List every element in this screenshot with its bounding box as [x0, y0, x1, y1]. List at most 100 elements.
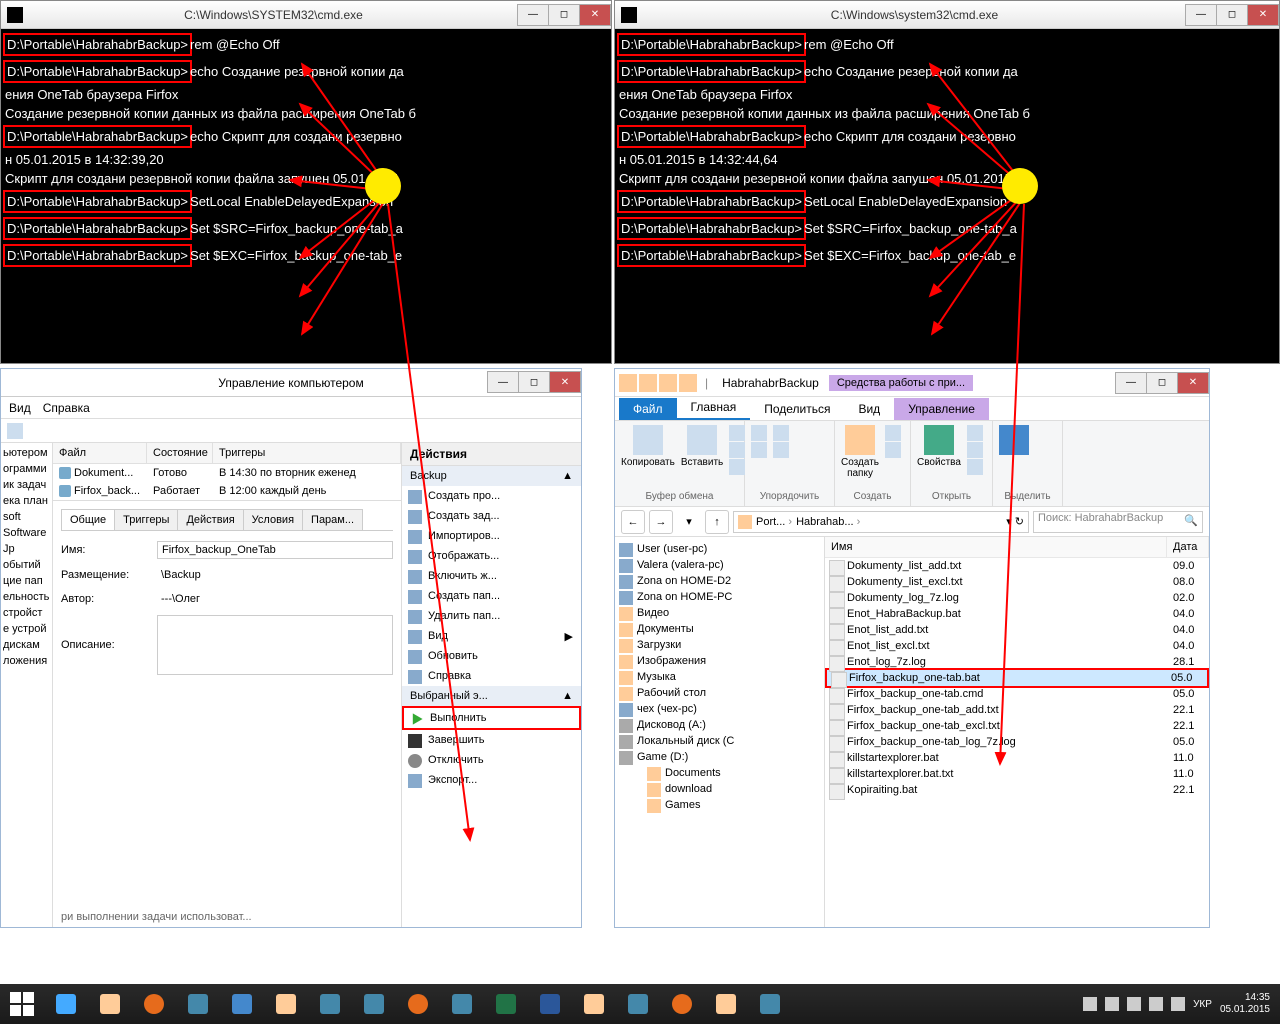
recent-button[interactable]: ▾ [677, 510, 701, 534]
paste-button[interactable]: Вставить [681, 425, 723, 468]
new-folder-button[interactable]: Создать папку [841, 425, 879, 479]
tree-item[interactable]: ик задач [3, 479, 50, 491]
tab-2[interactable]: Действия [177, 509, 243, 530]
taskbar-app[interactable] [220, 984, 264, 1024]
task-row[interactable]: Dokument...ГотовоВ 14:30 по вторник ежен… [53, 464, 401, 482]
tree-item[interactable]: Game (D:) [615, 749, 824, 765]
tree-item[interactable]: ельность [3, 591, 50, 603]
taskbar-app-firefox[interactable] [396, 984, 440, 1024]
menu-help[interactable]: Справка [43, 401, 90, 415]
tree-item[interactable]: User (user-pc) [615, 541, 824, 557]
tree-item[interactable]: дискам [3, 639, 50, 651]
tab-file[interactable]: Файл [619, 398, 677, 420]
col-state[interactable]: Состояние [147, 443, 213, 463]
minimize-button[interactable]: — [1185, 4, 1217, 26]
file-row[interactable]: Enot_log_7z.log28.1 [825, 654, 1209, 670]
tab-4[interactable]: Парам... [302, 509, 363, 530]
tree-item[interactable]: е устрой [3, 623, 50, 635]
tree-item[interactable]: download [615, 781, 824, 797]
file-row[interactable]: Enot_list_excl.txt04.0 [825, 638, 1209, 654]
tree-item[interactable]: Documents [615, 765, 824, 781]
tree-item[interactable]: Games [615, 797, 824, 813]
action-end[interactable]: Завершить [402, 730, 581, 750]
close-button[interactable]: ✕ [1247, 4, 1279, 26]
tree-item[interactable]: ека план [3, 495, 50, 507]
minimize-button[interactable]: — [1115, 372, 1147, 394]
breadcrumb-seg[interactable]: Port... [756, 516, 792, 528]
tree-item[interactable]: обытий [3, 559, 50, 571]
tree-item[interactable]: ограмми [3, 463, 50, 475]
tray-icon[interactable] [1149, 997, 1163, 1011]
tree-item[interactable]: Документы [615, 621, 824, 637]
history-icon[interactable] [967, 459, 983, 475]
open-icon[interactable] [967, 425, 983, 441]
tree-item[interactable]: ьютером [3, 447, 50, 459]
taskbar-app[interactable] [704, 984, 748, 1024]
tree-item[interactable]: Дисковод (A:) [615, 717, 824, 733]
rename-icon[interactable] [773, 442, 789, 458]
maximize-button[interactable]: ◻ [548, 4, 580, 26]
file-row[interactable]: Firfox_backup_one-tab.bat05.0 [825, 668, 1209, 688]
action-item[interactable]: Создать зад... [402, 506, 581, 526]
action-item[interactable]: Отображать... [402, 546, 581, 566]
taskbar-app[interactable] [572, 984, 616, 1024]
qat-icon[interactable] [679, 374, 697, 392]
nav-tree[interactable]: User (user-pc)Valera (valera-pc)Zona on … [615, 537, 825, 927]
tree-item[interactable]: Zona on HOME-D2 [615, 573, 824, 589]
taskbar-app[interactable] [748, 984, 792, 1024]
new-item-icon[interactable] [885, 425, 901, 441]
action-item[interactable]: Удалить пап... [402, 606, 581, 626]
copy-button[interactable]: Копировать [621, 425, 675, 468]
cmd-left-output[interactable]: D:\Portable\HabrahabrBackup>rem @Echo Of… [1, 29, 611, 363]
tree-item[interactable]: стройст [3, 607, 50, 619]
taskbar-app[interactable] [308, 984, 352, 1024]
file-row[interactable]: killstartexplorer.bat.txt11.0 [825, 766, 1209, 782]
action-item[interactable]: Включить ж... [402, 566, 581, 586]
tray-icon[interactable] [1127, 997, 1141, 1011]
qat-icon[interactable] [639, 374, 657, 392]
tab-1[interactable]: Триггеры [114, 509, 178, 530]
file-row[interactable]: Kopiraiting.bat22.1 [825, 782, 1209, 798]
delete-icon[interactable] [773, 425, 789, 441]
action-item[interactable]: Создать про... [402, 486, 581, 506]
mgmt-tree[interactable]: ьютеромограммиик задачека планsoftSoftwa… [1, 443, 53, 927]
taskbar-app-firefox[interactable] [132, 984, 176, 1024]
maximize-button[interactable]: ◻ [518, 371, 550, 393]
maximize-button[interactable]: ◻ [1146, 372, 1178, 394]
tree-item[interactable]: Jp [3, 543, 50, 555]
action-item[interactable]: Создать пап... [402, 586, 581, 606]
search-input[interactable]: Поиск: HabrahabrBackup [1033, 511, 1203, 533]
tree-item[interactable]: Локальный диск (C [615, 733, 824, 749]
action-view[interactable]: Вид ▶ [402, 626, 581, 646]
cut-icon[interactable] [729, 425, 745, 441]
forward-button[interactable]: → [649, 510, 673, 534]
tree-item[interactable]: Музыка [615, 669, 824, 685]
action-run[interactable]: Выполнить [402, 706, 581, 730]
prop-desc-value[interactable] [157, 615, 393, 675]
col-name[interactable]: Имя [825, 537, 1167, 557]
tray-icon[interactable] [1083, 997, 1097, 1011]
close-button[interactable]: ✕ [549, 371, 581, 393]
taskbar-app[interactable] [44, 984, 88, 1024]
tree-item[interactable]: цие пап [3, 575, 50, 587]
tab-home[interactable]: Главная [677, 396, 751, 420]
back-button[interactable]: ← [621, 510, 645, 534]
copy-to-icon[interactable] [751, 442, 767, 458]
taskbar-app[interactable] [264, 984, 308, 1024]
maximize-button[interactable]: ◻ [1216, 4, 1248, 26]
properties-button[interactable]: Свойства [917, 425, 961, 468]
actions-group-backup[interactable]: Backup▲ [402, 466, 581, 486]
start-button[interactable] [0, 984, 44, 1024]
taskbar-app-word[interactable] [528, 984, 572, 1024]
system-tray[interactable]: УКР 14:35 05.01.2015 [1073, 992, 1280, 1016]
tree-item[interactable]: Изображения [615, 653, 824, 669]
tab-view[interactable]: Вид [844, 398, 894, 420]
file-row[interactable]: Dokumenty_list_excl.txt08.0 [825, 574, 1209, 590]
col-trigger[interactable]: Триггеры [213, 443, 401, 463]
close-button[interactable]: ✕ [579, 4, 611, 26]
tree-item[interactable]: Загрузки [615, 637, 824, 653]
lang-indicator[interactable]: УКР [1193, 999, 1212, 1010]
tree-item[interactable]: soft [3, 511, 50, 523]
prop-name-value[interactable]: Firfox_backup_OneTab [157, 541, 393, 559]
taskbar-app[interactable] [616, 984, 660, 1024]
